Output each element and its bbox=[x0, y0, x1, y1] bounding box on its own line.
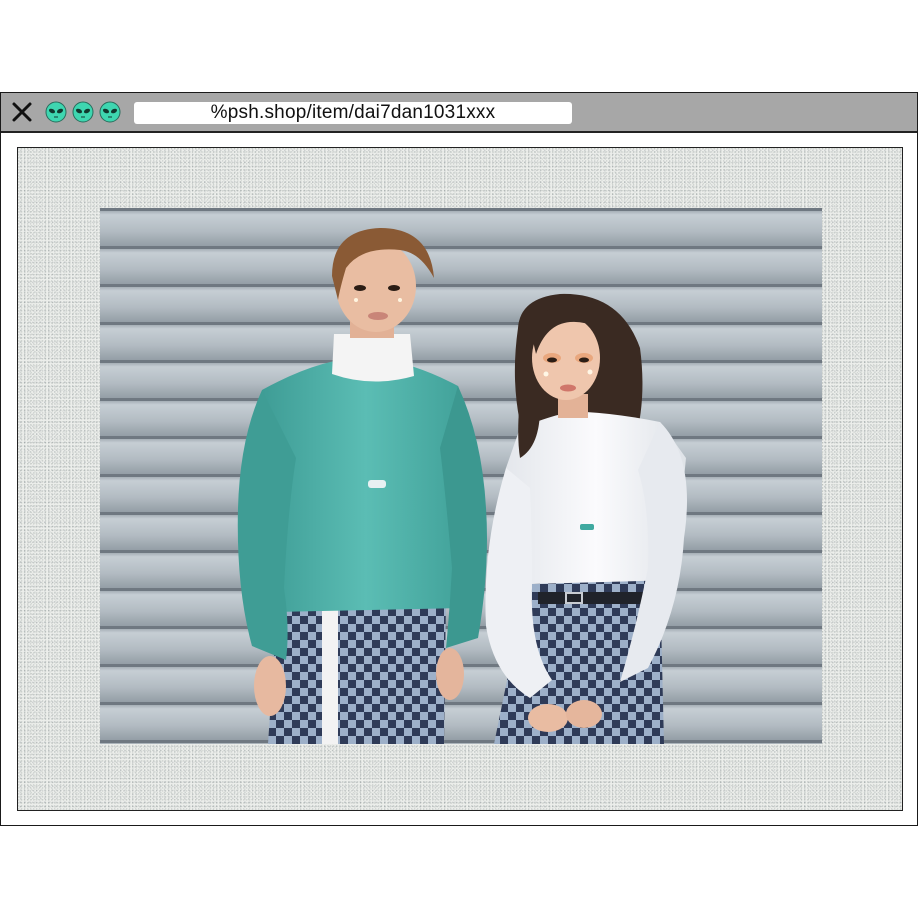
alien-icon[interactable] bbox=[72, 101, 94, 123]
photo-image bbox=[100, 208, 822, 744]
alien-icon[interactable] bbox=[45, 101, 67, 123]
alien-icon[interactable] bbox=[99, 101, 121, 123]
address-bar[interactable]: %psh.shop/item/dai7dan1031xxx bbox=[134, 102, 572, 124]
browser-window: %psh.shop/item/dai7dan1031xxx bbox=[0, 92, 918, 826]
page-viewport bbox=[17, 147, 903, 811]
product-photo bbox=[100, 208, 822, 744]
title-bar: %psh.shop/item/dai7dan1031xxx bbox=[1, 93, 917, 133]
close-icon[interactable] bbox=[11, 101, 33, 123]
